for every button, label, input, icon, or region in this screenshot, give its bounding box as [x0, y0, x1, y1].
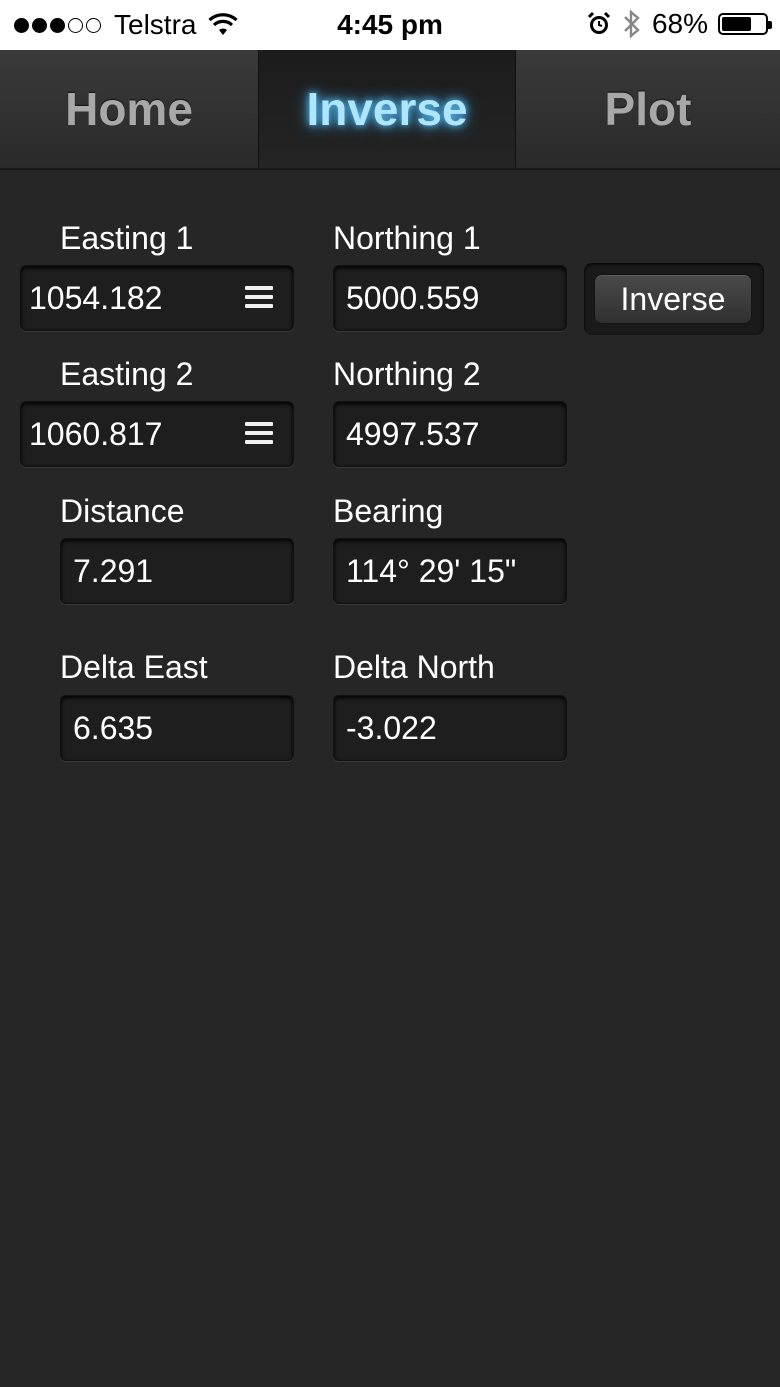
northing2-value: 4997.537	[346, 415, 480, 452]
tab-plot[interactable]: Plot	[516, 50, 780, 168]
menu-icon[interactable]	[245, 422, 273, 446]
inverse-button-well: Inverse	[584, 263, 764, 335]
northing1-field[interactable]: 5000.559	[333, 265, 567, 331]
easting2-label: Easting 2	[60, 356, 194, 392]
inverse-button[interactable]: Inverse	[594, 274, 752, 324]
tab-inverse[interactable]: Inverse	[258, 50, 516, 168]
delta-north-label: Delta North	[333, 649, 495, 685]
signal-strength-icon	[14, 17, 104, 33]
northing2-label: Northing 2	[333, 356, 481, 392]
status-bar: Telstra 4:45 pm 68%	[0, 0, 780, 50]
easting1-value: 1054.182	[29, 279, 163, 316]
easting2-field[interactable]: 1060.817	[20, 401, 294, 467]
delta-east-value: 6.635	[73, 709, 154, 746]
bearing-field[interactable]: 114° 29' 15"	[333, 538, 567, 604]
distance-label: Distance	[60, 493, 185, 529]
northing1-value: 5000.559	[346, 279, 480, 316]
delta-east-label: Delta East	[60, 649, 208, 685]
easting1-field[interactable]: 1054.182	[20, 265, 294, 331]
battery-percentage: 68%	[651, 8, 708, 39]
distance-field[interactable]: 7.291	[60, 538, 294, 604]
battery-icon	[718, 13, 772, 35]
menu-icon[interactable]	[245, 286, 273, 310]
bearing-value: 114° 29' 15"	[346, 552, 517, 589]
tab-bar: Home Inverse Plot	[0, 50, 780, 170]
delta-north-value: -3.022	[346, 709, 437, 746]
northing1-label: Northing 1	[333, 220, 481, 256]
easting1-label: Easting 1	[60, 220, 194, 256]
wifi-icon	[208, 13, 239, 35]
tab-home[interactable]: Home	[0, 50, 258, 168]
delta-east-field[interactable]: 6.635	[60, 695, 294, 761]
easting2-value: 1060.817	[29, 415, 163, 452]
northing2-field[interactable]: 4997.537	[333, 401, 567, 467]
bluetooth-icon	[624, 9, 640, 39]
distance-value: 7.291	[73, 552, 154, 589]
delta-north-field[interactable]: -3.022	[333, 695, 567, 761]
carrier-name: Telstra	[114, 9, 197, 40]
alarm-icon	[587, 11, 611, 34]
bearing-label: Bearing	[333, 493, 444, 529]
